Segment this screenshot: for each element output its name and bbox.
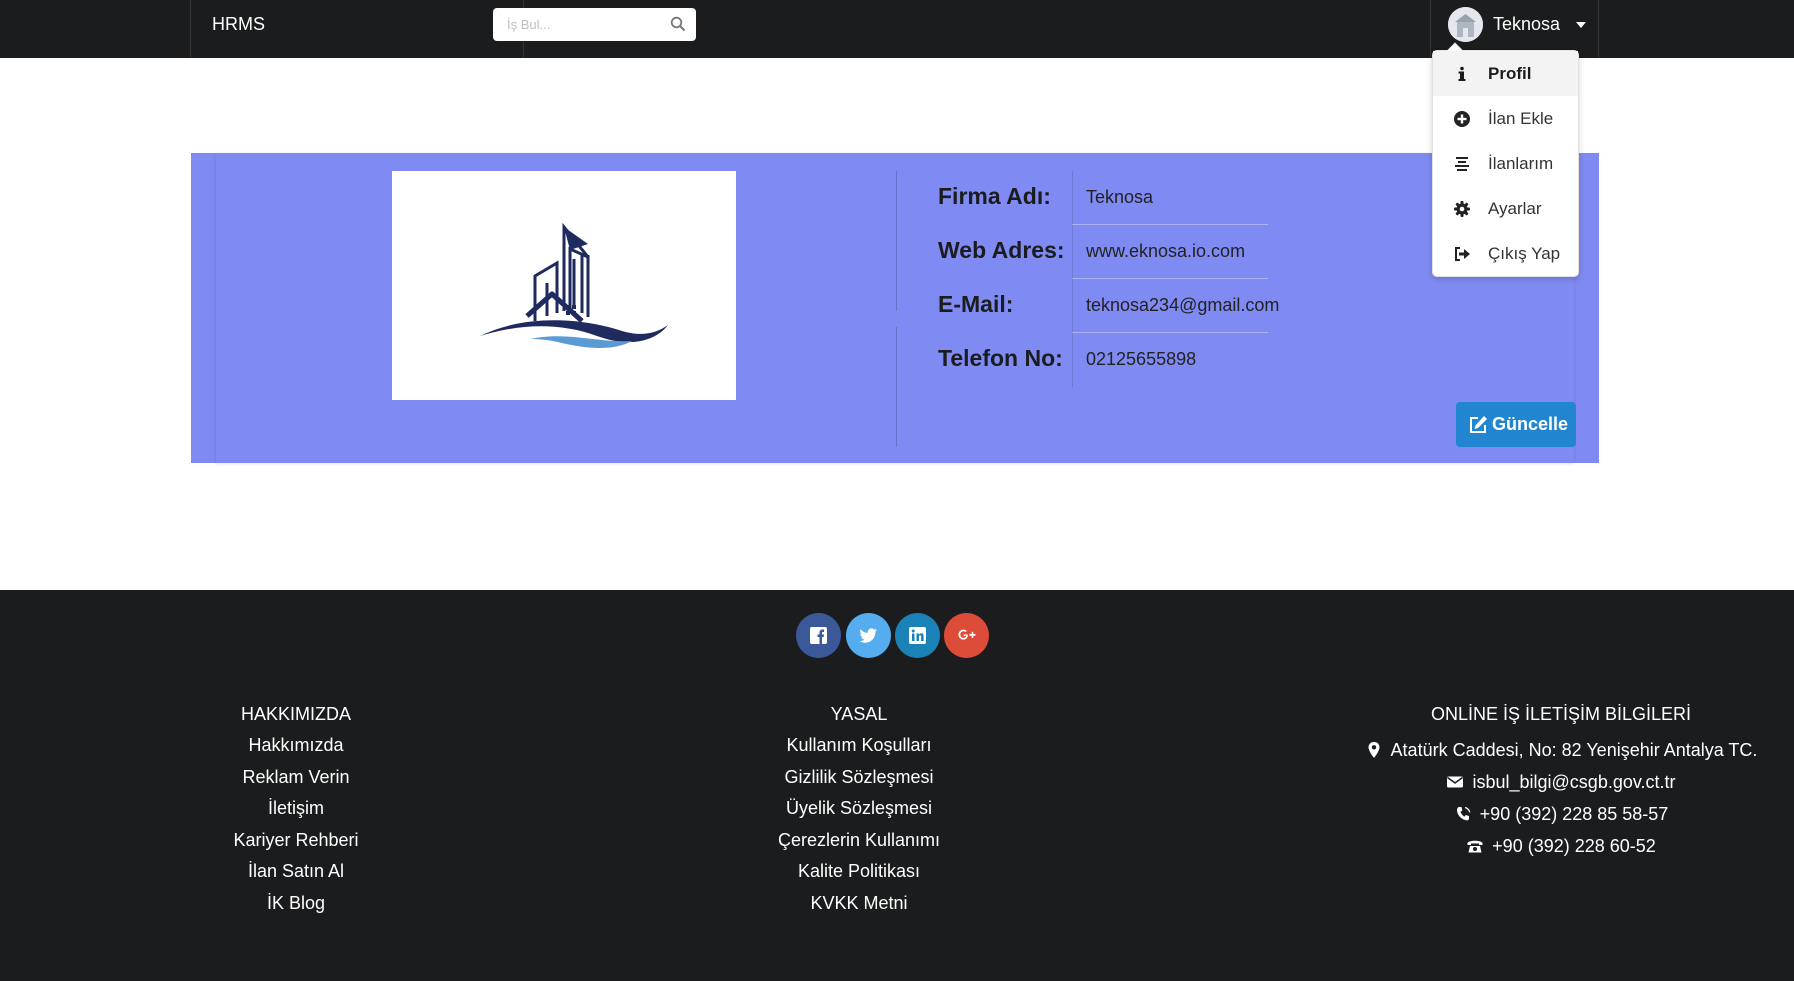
info-label: Web Adres: <box>938 237 1065 263</box>
twitter-icon <box>859 628 877 643</box>
menu-item-label: İlan Ekle <box>1488 109 1554 128</box>
facebook-icon <box>810 627 827 644</box>
menu-item-label: Profil <box>1488 64 1532 83</box>
info-value: 02125655898 <box>1086 349 1197 369</box>
info-row-web-adres: Web Adres: www.eknosa.io.com <box>938 225 1268 279</box>
column-divider <box>1072 225 1073 279</box>
footer-about-column: HAKKIMIZDA Hakkımızda Reklam Verin İleti… <box>196 703 396 923</box>
info-label: Telefon No: <box>938 345 1063 371</box>
search-input[interactable]: İş Bul... <box>507 17 550 32</box>
contact-email: isbul_bilgi@csgb.gov.ct.tr <box>1336 766 1786 798</box>
footer-link[interactable]: İlan Satın Al <box>196 860 396 892</box>
column-divider <box>1072 171 1073 225</box>
footer-legal-column: YASAL Kullanım Koşulları Gizlilik Sözleş… <box>759 703 959 923</box>
menu-item-label: İlanlarım <box>1488 154 1554 173</box>
google-plus-button[interactable] <box>944 613 989 658</box>
user-dropdown-menu: Profil İlan Ekle İlanlarım Ayarlar Çıkış… <box>1432 50 1579 277</box>
vertical-divider <box>896 171 897 311</box>
contact-address: Atatürk Caddesi, No: 82 Yenişehir Antaly… <box>1336 734 1786 766</box>
map-marker-icon <box>1368 742 1380 758</box>
footer-heading: YASAL <box>830 704 888 724</box>
phone-volume-icon <box>1456 806 1471 821</box>
footer-heading: ONLİNE İŞ İLETİŞİM BİLGİLERİ <box>1430 704 1692 724</box>
info-label: Firma Adı: <box>938 183 1051 209</box>
footer-link[interactable]: İletişim <box>196 797 396 829</box>
menu-item-profil[interactable]: Profil <box>1433 51 1578 96</box>
company-profile-card: Firma Adı: Teknosa Web Adres: www.eknosa… <box>191 153 1599 463</box>
search-icon[interactable] <box>670 16 686 32</box>
footer-link[interactable]: KVKK Metni <box>759 892 959 924</box>
avatar[interactable] <box>1448 7 1483 42</box>
info-value: www.eknosa.io.com <box>1086 241 1246 261</box>
plus-circle-icon <box>1454 111 1470 127</box>
brand-logo[interactable]: HRMS <box>212 14 265 35</box>
menu-item-label: Ayarlar <box>1488 199 1542 218</box>
sign-out-icon <box>1455 247 1470 261</box>
google-plus-icon <box>958 629 976 640</box>
footer: HAKKIMIZDA Hakkımızda Reklam Verin İleti… <box>0 590 1794 981</box>
menu-item-ilanlarim[interactable]: İlanlarım <box>1433 141 1578 186</box>
contact-address-text: Atatürk Caddesi, No: 82 Yenişehir Antaly… <box>1390 739 1758 760</box>
fax-icon <box>1467 840 1483 853</box>
company-info-table: Firma Adı: Teknosa Web Adres: www.eknosa… <box>938 171 1279 387</box>
search-box[interactable]: İş Bul... <box>493 8 696 41</box>
menu-item-ayarlar[interactable]: Ayarlar <box>1433 186 1578 231</box>
twitter-button[interactable] <box>846 613 891 658</box>
column-divider <box>1072 279 1073 333</box>
footer-contact-column: ONLİNE İŞ İLETİŞİM BİLGİLERİ Atatürk Cad… <box>1336 703 1786 862</box>
info-value: teknosa234@gmail.com <box>1086 295 1280 315</box>
linkedin-button[interactable] <box>895 613 940 658</box>
menu-item-label: Çıkış Yap <box>1488 244 1561 263</box>
info-label: E-Mail: <box>938 291 1014 317</box>
footer-heading: HAKKIMIZDA <box>240 704 351 724</box>
menu-item-ilan-ekle[interactable]: İlan Ekle <box>1433 96 1578 141</box>
contact-email-text[interactable]: isbul_bilgi@csgb.gov.ct.tr <box>1472 772 1675 793</box>
footer-link[interactable]: Hakkımızda <box>196 734 396 766</box>
update-button[interactable]: Güncelle <box>1456 402 1576 447</box>
user-name[interactable]: Teknosa <box>1493 14 1560 35</box>
linkedin-icon <box>909 627 926 644</box>
footer-link[interactable]: Gizlilik Sözleşmesi <box>759 766 959 798</box>
info-value: Teknosa <box>1086 187 1154 207</box>
info-row-telefon: Telefon No: 02125655898 <box>938 333 1268 387</box>
footer-link[interactable]: Kullanım Koşulları <box>759 734 959 766</box>
footer-link[interactable]: Kariyer Rehberi <box>196 829 396 861</box>
menu-item-cikis-yap[interactable]: Çıkış Yap <box>1433 231 1578 276</box>
info-row-firma-adi: Firma Adı: Teknosa <box>938 171 1268 225</box>
edit-icon <box>1470 416 1487 433</box>
footer-link[interactable]: İK Blog <box>196 892 396 924</box>
envelope-icon <box>1447 776 1464 788</box>
info-icon <box>1458 66 1466 81</box>
footer-link[interactable]: Kalite Politikası <box>759 860 959 892</box>
brand-section: HRMS İş Bul... <box>190 0 696 58</box>
contact-phone-text: +90 (392) 228 85 58-57 <box>1479 803 1669 824</box>
update-button-label: Güncelle <box>1492 414 1569 434</box>
vertical-divider <box>896 327 897 447</box>
footer-link[interactable]: Üyelik Sözleşmesi <box>759 797 959 829</box>
align-center-icon <box>1455 157 1469 171</box>
footer-link[interactable]: Çerezlerin Kullanımı <box>759 829 959 861</box>
gear-icon <box>1454 201 1470 217</box>
footer-link[interactable]: Reklam Verin <box>196 766 396 798</box>
info-row-email: E-Mail: teknosa234@gmail.com <box>938 279 1279 333</box>
caret-down-icon[interactable] <box>1576 22 1586 28</box>
contact-phone: +90 (392) 228 85 58-57 <box>1336 798 1786 830</box>
contact-fax-text: +90 (392) 228 60-52 <box>1492 835 1656 856</box>
facebook-button[interactable] <box>796 613 841 658</box>
contact-fax: +90 (392) 228 60-52 <box>1336 830 1786 862</box>
company-logo <box>392 171 736 400</box>
column-divider <box>1072 333 1073 387</box>
profile-card-inner: Firma Adı: Teknosa Web Adres: www.eknosa… <box>216 153 1576 463</box>
